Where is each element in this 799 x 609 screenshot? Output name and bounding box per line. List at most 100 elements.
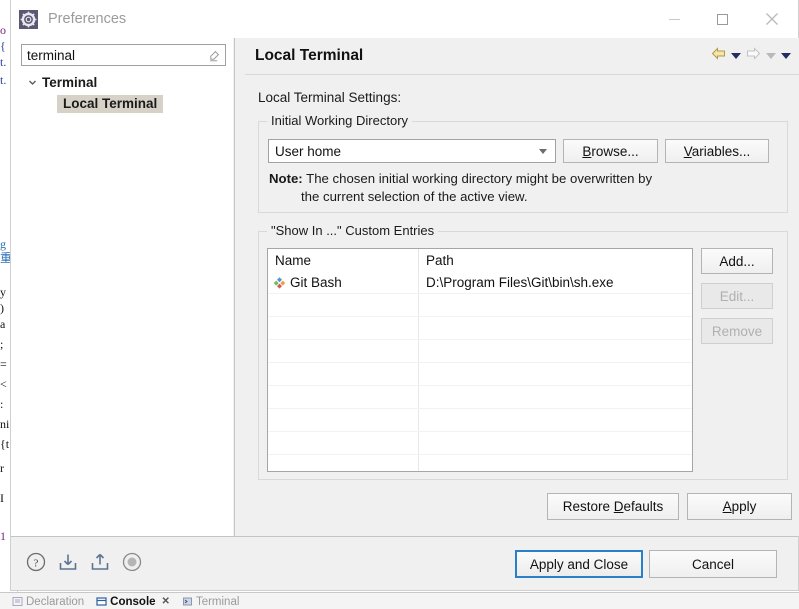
close-icon[interactable]: ✕: [162, 596, 170, 607]
window-controls: [650, 0, 798, 38]
note-line-2: the current selection of the active view…: [301, 189, 528, 204]
back-arrow-icon[interactable]: [711, 47, 726, 65]
custom-entries-table[interactable]: Name Path Git Bash D:\Program Files\Git\b…: [267, 248, 693, 472]
working-directory-value: User home: [275, 143, 342, 159]
maximize-button[interactable]: [698, 0, 746, 38]
view-tab-terminal[interactable]: Terminal: [176, 593, 245, 609]
dialog-titlebar[interactable]: Preferences: [11, 0, 798, 38]
export-icon[interactable]: [89, 551, 111, 573]
page-nav-toolbar: [711, 47, 791, 65]
table-row-empty[interactable]: [268, 294, 692, 317]
apply-button[interactable]: Apply: [687, 493, 792, 520]
initial-working-directory-group: Initial Working Directory User home Brow…: [258, 113, 788, 213]
column-header-name[interactable]: Name: [268, 253, 418, 268]
table-row-empty[interactable]: [268, 363, 692, 386]
show-in-custom-entries-group: "Show In ..." Custom Entries Name Path G…: [258, 223, 788, 480]
eraser-icon[interactable]: [208, 49, 220, 62]
apply-and-close-button[interactable]: Apply and Close: [515, 550, 643, 578]
terminal-icon: [182, 596, 193, 607]
pane-divider[interactable]: [233, 38, 245, 536]
view-menu-chevron-down-icon[interactable]: [781, 53, 791, 59]
preference-tree[interactable]: Terminal Local Terminal: [11, 72, 233, 114]
entry-path-text: D:\Program Files\Git\bin\sh.exe: [426, 274, 614, 290]
table-row-empty[interactable]: [268, 386, 692, 409]
view-tab-console[interactable]: Console ✕: [90, 593, 176, 609]
cell-name: [268, 340, 418, 362]
forward-arrow-icon: [746, 47, 761, 65]
mnemonic: A: [722, 499, 732, 514]
working-directory-select[interactable]: User home: [268, 139, 556, 163]
column-header-path[interactable]: Path: [418, 249, 692, 271]
back-menu-chevron-down-icon[interactable]: [731, 53, 741, 59]
screen: o{t. t. g 重 y) a; = <: ni {t r I 1 Declaration Conso…: [0, 0, 799, 609]
dialog-footer: ? Apply and Close Cancel: [11, 536, 798, 590]
variables-label-rest: ariables...: [691, 143, 751, 159]
table-row-empty[interactable]: [268, 455, 692, 471]
cell-path: D:\Program Files\Git\bin\sh.exe: [418, 271, 692, 293]
forward-menu-chevron-down-icon: [766, 53, 776, 59]
table-row-empty[interactable]: [268, 317, 692, 340]
view-tab-label: Console: [110, 595, 156, 608]
import-icon[interactable]: [57, 551, 79, 573]
note-prefix: Note:: [269, 171, 303, 186]
table-row-empty[interactable]: [268, 409, 692, 432]
sidebar-item-local-terminal[interactable]: Local Terminal: [11, 93, 233, 114]
sidebar-item-label: Terminal: [42, 75, 98, 90]
cell-path: [418, 455, 692, 471]
cell-path: [418, 386, 692, 408]
cell-path: [418, 294, 692, 316]
record-icon[interactable]: [121, 551, 143, 573]
cell-name: [268, 317, 418, 339]
add-button[interactable]: Add...: [701, 248, 773, 274]
remove-button: Remove: [701, 318, 773, 344]
table-header-row: Name Path: [268, 249, 692, 271]
table-row-empty[interactable]: [268, 340, 692, 363]
cancel-button[interactable]: Cancel: [649, 550, 777, 578]
browse-label-rest: rowse...: [591, 143, 639, 159]
table-row[interactable]: Git Bash D:\Program Files\Git\bin\sh.exe: [268, 271, 692, 294]
cell-path: [418, 317, 692, 339]
cell-name: Git Bash: [268, 271, 418, 293]
cell-name: [268, 455, 418, 471]
view-tab-label: Terminal: [195, 595, 240, 608]
cell-path: [418, 363, 692, 385]
help-icon[interactable]: ?: [25, 551, 47, 573]
restore-defaults-button[interactable]: Restore Defaults: [547, 493, 679, 520]
show-in-diamond-icon: [273, 276, 286, 289]
dialog-title: Preferences: [48, 11, 127, 27]
variables-mnemonic: V: [683, 143, 692, 159]
settings-section-label: Local Terminal Settings:: [258, 90, 402, 105]
close-button[interactable]: [746, 0, 798, 38]
footer-icon-group: ?: [25, 551, 143, 573]
chevron-down-icon[interactable]: [25, 76, 39, 90]
preferences-dialog: Preferences TerminalLocal Te: [10, 0, 799, 591]
sidebar-item-terminal[interactable]: Terminal: [11, 72, 233, 93]
group-label: "Show In ..." Custom Entries: [267, 223, 439, 238]
filter-box[interactable]: [21, 44, 226, 66]
cell-path: [418, 340, 692, 362]
variables-button[interactable]: Variables...: [665, 139, 769, 163]
entry-name-text: Git Bash: [290, 274, 342, 290]
search-input[interactable]: [22, 46, 204, 64]
cell-name: [268, 294, 418, 316]
cell-name: [268, 386, 418, 408]
cell-path: [418, 409, 692, 431]
table-body: Git Bash D:\Program Files\Git\bin\sh.exe: [268, 271, 692, 471]
cell-name: [268, 409, 418, 431]
page-header: Local Terminal: [245, 38, 799, 75]
console-icon: [96, 596, 107, 607]
chevron-down-icon[interactable]: [539, 148, 547, 154]
page-title: Local Terminal: [255, 47, 364, 64]
minimize-button[interactable]: [650, 0, 698, 38]
browse-button[interactable]: Browse...: [563, 139, 658, 163]
edit-button: Edit...: [701, 283, 773, 309]
svg-text:?: ?: [34, 558, 39, 570]
declaration-icon: [12, 596, 23, 607]
group-label: Initial Working Directory: [267, 113, 413, 128]
view-tab-declaration[interactable]: Declaration: [6, 593, 90, 609]
sidebar-item-label: Local Terminal: [57, 94, 164, 113]
view-tab-bar: Declaration Console ✕ Terminal: [0, 592, 799, 609]
preference-tree-pane: Terminal Local Terminal: [11, 38, 233, 536]
table-row-empty[interactable]: [268, 432, 692, 455]
cell-path: [418, 432, 692, 454]
